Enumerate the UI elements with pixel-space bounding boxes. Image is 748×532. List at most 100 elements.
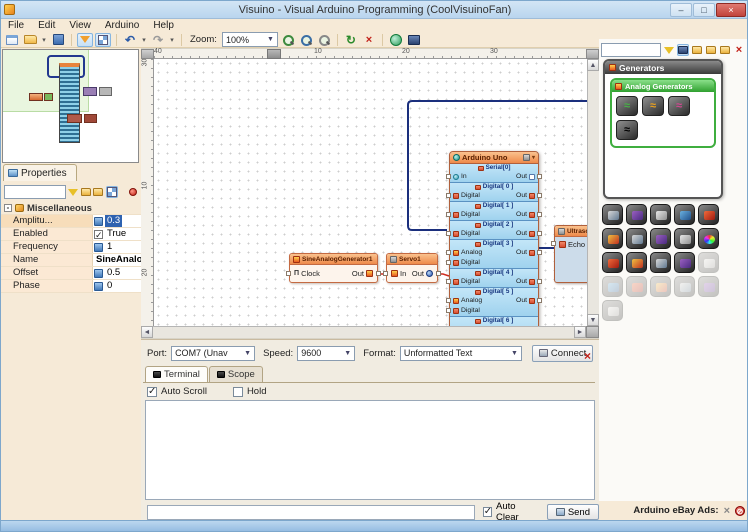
open-project-button[interactable] (22, 33, 38, 47)
toolbox-category-icon[interactable] (650, 252, 671, 273)
out-pin-connector[interactable] (537, 174, 542, 179)
open-dropdown[interactable]: ▾ (40, 33, 48, 47)
scroll-right-arrow[interactable]: ► (574, 326, 586, 338)
toolbox-category-icon[interactable] (602, 228, 623, 249)
redo-dropdown[interactable]: ▾ (168, 33, 176, 47)
categorized-view-button[interactable] (106, 186, 118, 198)
collapse-all-button[interactable] (93, 186, 104, 198)
expand-chip-icon[interactable] (94, 269, 103, 278)
checkbox-icon[interactable]: ✓ (94, 230, 103, 239)
property-value-cell[interactable]: ✓ 0.3 (93, 215, 141, 227)
analog-generators-header[interactable]: Analog Generators (612, 80, 714, 92)
toolbox-category-icon[interactable] (626, 252, 647, 273)
block-header[interactable]: Arduino Uno ▾ (450, 152, 538, 164)
property-value-cell[interactable]: ✓ SineAnalogGener... (93, 254, 141, 266)
zoom-combobox[interactable]: 100% ▼ (222, 32, 278, 47)
input-pin-connector[interactable] (446, 308, 451, 313)
terminal-tab[interactable]: Terminal (145, 366, 208, 382)
property-value[interactable]: 0.5 (105, 267, 122, 279)
terminal-output[interactable] (145, 400, 595, 500)
properties-group-row[interactable]: - Miscellaneous (1, 202, 141, 215)
property-value-cell[interactable]: ✓ 0 (93, 280, 141, 292)
new-project-button[interactable] (4, 33, 20, 47)
property-value[interactable]: 0 (105, 280, 114, 292)
filter-toggle-button[interactable] (77, 33, 93, 47)
tab-properties[interactable]: Properties (3, 164, 77, 181)
input-pin-connector[interactable] (446, 193, 451, 198)
out-pin-connector[interactable] (537, 212, 542, 217)
menu-item[interactable]: File (1, 20, 31, 31)
hold-checkbox[interactable]: Hold (233, 386, 267, 397)
property-value[interactable]: SineAnalogGener... (94, 254, 141, 266)
pin-panel-button[interactable] (128, 186, 139, 198)
toolbox-category-icon[interactable] (674, 252, 695, 273)
redo-button[interactable]: ↷ (150, 33, 166, 47)
property-value[interactable]: 0.3 (105, 215, 122, 227)
toolbox-category-icon[interactable] (650, 276, 671, 297)
zoom-in-button[interactable] (280, 33, 296, 47)
toolbox-category-icon[interactable] (626, 228, 647, 249)
block-sine-analog-generator[interactable]: SineAnalogGenerator1 Π Clock Out (289, 253, 378, 283)
auto-scroll-checkbox[interactable]: Auto Scroll (147, 386, 207, 397)
menu-item[interactable]: Edit (31, 20, 62, 31)
expand-chip-icon[interactable] (94, 217, 103, 226)
tools-x-icon[interactable]: × (724, 505, 730, 517)
block-header[interactable]: Servo1 (387, 254, 437, 265)
toolbox-category-icon[interactable] (674, 228, 695, 249)
toolbox-category-icon[interactable] (602, 276, 623, 297)
input-pin-connector[interactable] (446, 212, 451, 217)
toolbox-category-icon[interactable] (602, 300, 623, 321)
out-pin-connector[interactable] (376, 271, 381, 276)
overview-minimap[interactable] (2, 49, 139, 163)
echo-pin-connector[interactable] (551, 241, 556, 246)
property-row[interactable]: Frequency ✓ 1 (1, 241, 141, 254)
checkbox-icon[interactable] (233, 387, 243, 397)
property-value[interactable]: True (105, 228, 128, 240)
refresh-button[interactable]: ↻ (343, 33, 359, 47)
expand-all-button[interactable] (81, 186, 92, 198)
ruler-corner-button[interactable] (586, 49, 599, 59)
upload-to-board-button[interactable] (406, 33, 422, 47)
terminal-tab[interactable]: Scope (209, 366, 263, 382)
toolbox-category-icon[interactable] (650, 228, 671, 249)
undo-dropdown[interactable]: ▾ (140, 33, 148, 47)
toolbox-category-icon[interactable] (698, 252, 719, 273)
format-combobox[interactable]: Unformatted Text ▼ (400, 346, 522, 361)
toolbox-clear-button[interactable]: × (733, 44, 745, 56)
grid-toggle-button[interactable] (95, 33, 111, 47)
ruler-marker[interactable] (267, 49, 281, 59)
toolbox-category-icon[interactable] (698, 276, 719, 297)
input-pin-connector[interactable] (446, 298, 451, 303)
out-pin-connector[interactable] (537, 298, 542, 303)
clock-pin-connector[interactable] (286, 271, 291, 276)
checkbox-checked-icon[interactable] (483, 507, 492, 517)
properties-search-input[interactable] (4, 185, 66, 199)
analog-generator-icon[interactable]: ≈ (616, 96, 638, 116)
save-button[interactable] (50, 33, 66, 47)
checkbox-checked-icon[interactable] (147, 387, 157, 397)
input-pin-connector[interactable] (446, 260, 451, 265)
board-filter-button[interactable] (677, 44, 689, 56)
undo-button[interactable]: ↶ (122, 33, 138, 47)
block-header[interactable]: SineAnalogGenerator1 (290, 254, 377, 265)
toolbox-filter-button[interactable] (663, 44, 675, 56)
block-header[interactable]: Ultrasonic1 (555, 226, 587, 237)
delete-button[interactable]: × (361, 33, 377, 47)
properties-filter-button[interactable] (68, 186, 79, 198)
chevron-down-icon[interactable]: ▾ (532, 154, 535, 161)
zoom-out-button[interactable] (298, 33, 314, 47)
send-message-input[interactable] (147, 505, 475, 520)
menu-item[interactable]: Arduino (98, 20, 146, 31)
menu-item[interactable]: View (62, 20, 98, 31)
analog-generator-icon[interactable]: ≈ (668, 96, 690, 116)
scroll-down-arrow[interactable]: ▼ (587, 314, 599, 326)
speed-combobox[interactable]: 9600 ▼ (297, 346, 355, 361)
wrench-icon[interactable] (523, 154, 530, 161)
input-pin-connector[interactable] (446, 174, 451, 179)
toolbox-category-icon[interactable] (698, 228, 719, 249)
toolbox-collapse-button[interactable] (719, 44, 731, 56)
menu-item[interactable]: Help (146, 20, 181, 31)
out-pin-connector[interactable] (537, 231, 542, 236)
block-servo[interactable]: Servo1 In Out (386, 253, 438, 283)
property-value-cell[interactable]: ✓ 1 (93, 241, 141, 253)
